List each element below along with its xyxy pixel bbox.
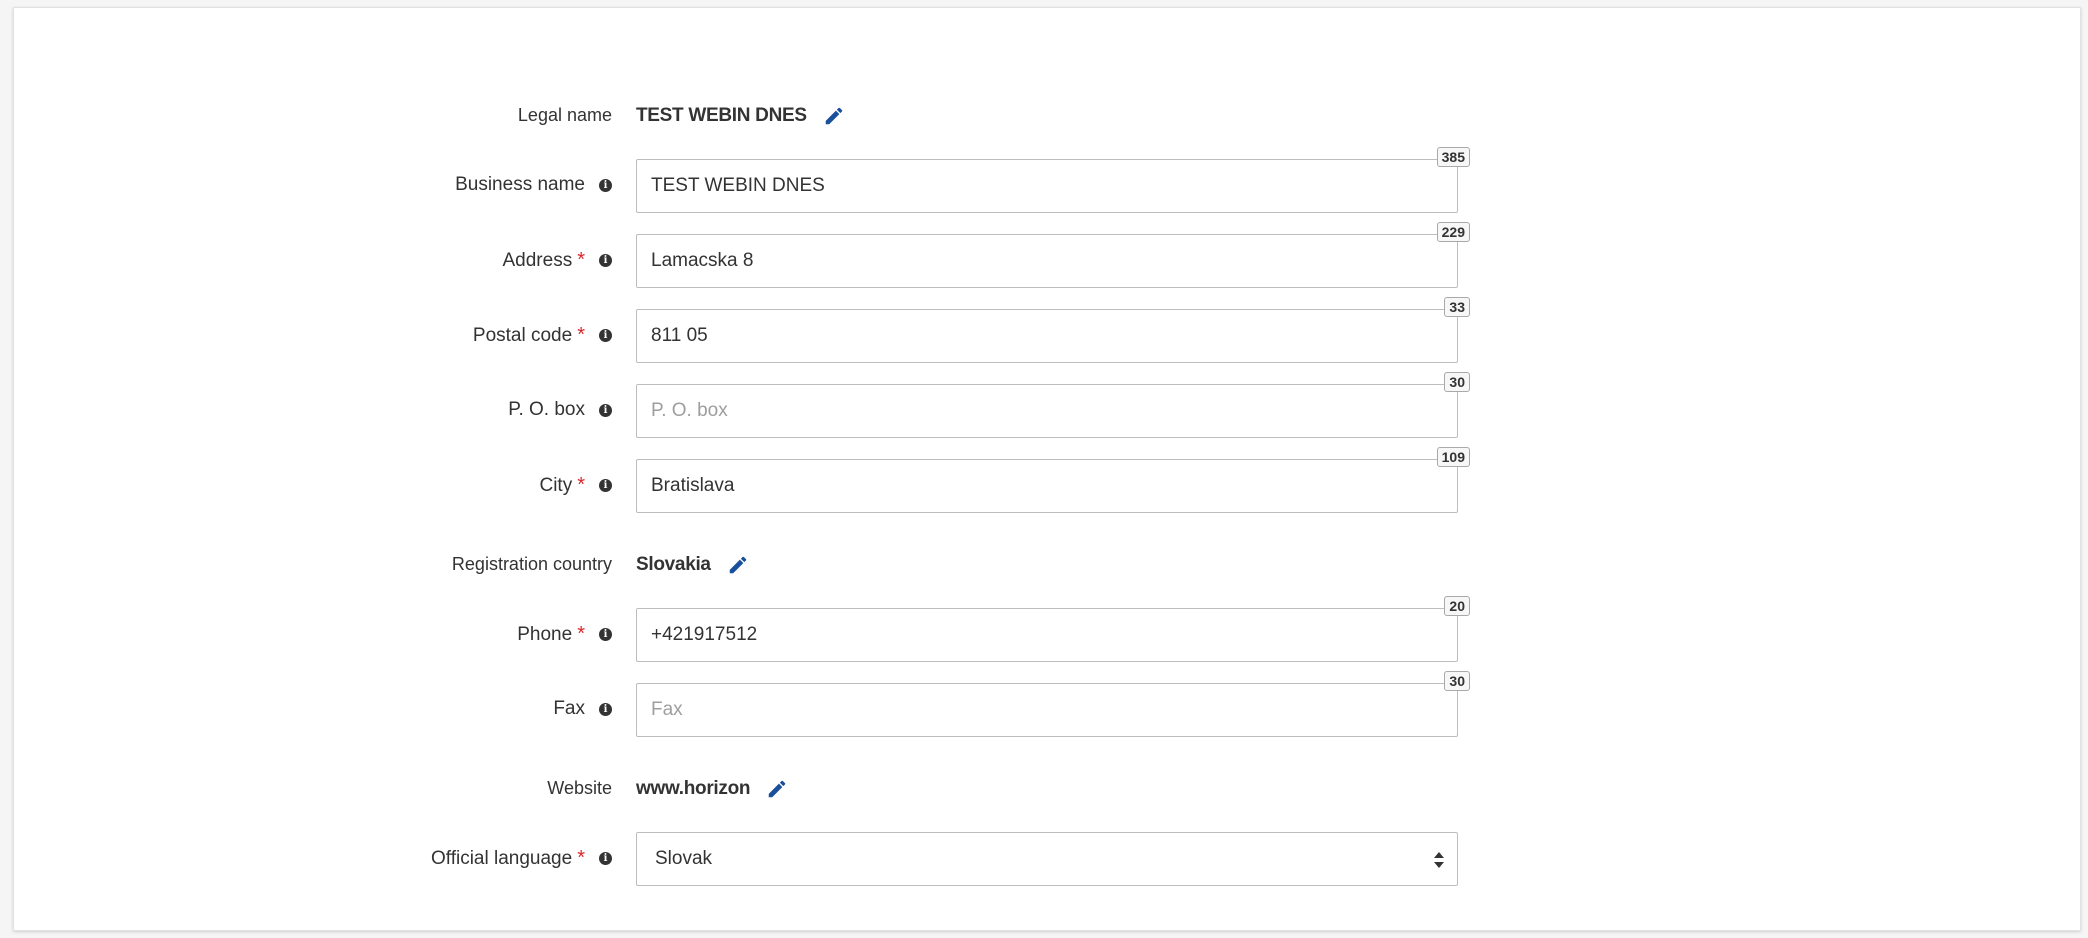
po-box-input[interactable] [636, 384, 1458, 438]
registration-country-label: Registration country [451, 554, 612, 574]
business-name-char-counter: 385 [1436, 147, 1470, 167]
legal-name-label: Legal name [517, 105, 612, 125]
postal-code-field: 33 [636, 297, 1470, 363]
row-address: Address * i 229 [14, 222, 2080, 288]
required-marker: * [577, 474, 585, 496]
info-icon[interactable]: i [599, 479, 612, 492]
website-value: www.horizon [636, 778, 751, 799]
required-marker: * [577, 324, 585, 346]
official-language-select[interactable]: Slovak [636, 832, 1458, 886]
row-postal-code: Postal code * i 33 [14, 297, 2080, 363]
row-registration-country: Registration country Slovakia [14, 550, 2080, 580]
info-icon[interactable]: i [599, 329, 612, 342]
address-label: Address * i [503, 249, 612, 272]
pencil-icon[interactable] [727, 554, 749, 576]
phone-char-counter: 20 [1444, 596, 1470, 616]
company-details-form: Legal name TEST WEBIN DNES Business name… [13, 7, 2081, 931]
info-icon[interactable]: i [599, 852, 612, 865]
required-marker: * [577, 249, 585, 271]
fax-input[interactable] [636, 683, 1458, 737]
postal-code-label: Postal code * i [473, 324, 612, 347]
pencil-icon[interactable] [766, 778, 788, 800]
fax-label: Fax i [553, 698, 612, 720]
row-phone: Phone * i 20 [14, 596, 2080, 662]
address-char-counter: 229 [1436, 222, 1470, 242]
row-legal-name: Legal name TEST WEBIN DNES [14, 101, 2080, 131]
info-icon[interactable]: i [599, 254, 612, 267]
phone-input[interactable] [636, 608, 1458, 662]
address-input[interactable] [636, 234, 1458, 288]
required-marker: * [577, 623, 585, 645]
legal-name-value: TEST WEBIN DNES [636, 105, 807, 126]
business-name-input[interactable] [636, 159, 1458, 213]
pencil-icon[interactable] [823, 105, 845, 127]
info-icon[interactable]: i [599, 178, 612, 192]
row-official-language: Official language * i Slovak [14, 832, 2080, 886]
postal-code-char-counter: 33 [1444, 297, 1470, 317]
registration-country-value: Slovakia [636, 554, 711, 575]
business-name-label: Business name i [455, 174, 612, 196]
address-field: 229 [636, 222, 1470, 288]
required-marker: * [577, 847, 585, 869]
phone-field: 20 [636, 596, 1470, 662]
website-label: Website [547, 778, 612, 798]
row-business-name: Business name i 385 [14, 147, 2080, 213]
official-language-selected-value: Slovak [655, 848, 713, 869]
info-icon[interactable]: i [599, 702, 612, 716]
info-icon[interactable]: i [599, 628, 612, 641]
city-field: 109 [636, 447, 1470, 513]
city-char-counter: 109 [1436, 447, 1470, 467]
info-icon[interactable]: i [599, 403, 612, 417]
fax-char-counter: 30 [1444, 671, 1470, 691]
row-website: Website www.horizon [14, 774, 2080, 804]
official-language-label: Official language * i [431, 847, 612, 870]
po-box-char-counter: 30 [1444, 372, 1470, 392]
po-box-field: 30 [636, 372, 1470, 438]
business-name-field: 385 [636, 147, 1470, 213]
row-fax: Fax i 30 [14, 671, 2080, 737]
row-po-box: P. O. box i 30 [14, 372, 2080, 438]
postal-code-input[interactable] [636, 309, 1458, 363]
fax-field: 30 [636, 671, 1470, 737]
legal-name-value-group: TEST WEBIN DNES [636, 105, 845, 127]
phone-label: Phone * i [517, 623, 612, 646]
city-label: City * i [539, 474, 612, 497]
sort-caret-icon [1434, 852, 1444, 868]
row-city: City * i 109 [14, 447, 2080, 513]
website-value-group: www.horizon [636, 778, 788, 800]
registration-country-value-group: Slovakia [636, 554, 749, 576]
po-box-label: P. O. box i [508, 399, 612, 421]
city-input[interactable] [636, 459, 1458, 513]
